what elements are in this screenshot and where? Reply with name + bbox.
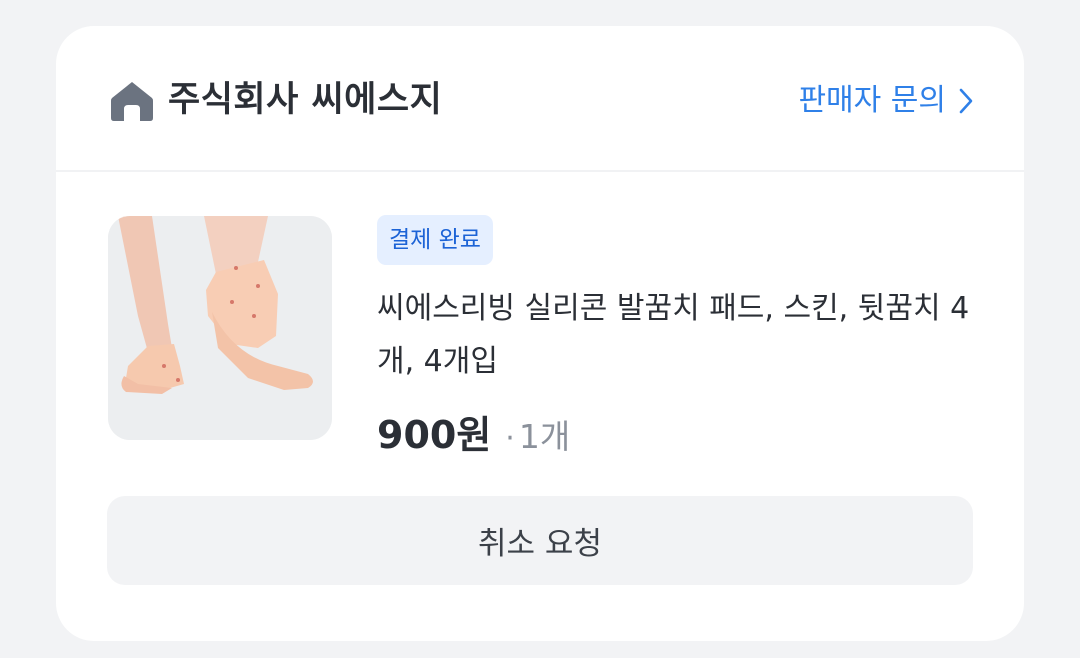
cancel-request-button[interactable]: 취소 요청 (107, 496, 973, 585)
product-image[interactable] (108, 216, 332, 440)
order-card: 주식회사 씨에스지 판매자 문의 결제 완료 씨에스리빙 실리콘 발꿈치 패드,… (56, 26, 1024, 641)
product-price: 900원 (377, 413, 492, 457)
product-title[interactable]: 씨에스리빙 실리콘 발꿈치 패드, 스킨, 뒷꿈치 4개, 4개입 (377, 282, 977, 388)
seller-name[interactable]: 주식회사 씨에스지 (168, 74, 442, 126)
seller-inquiry-link[interactable]: 판매자 문의 (798, 78, 974, 124)
quantity-separator: · (505, 421, 515, 456)
payment-status-badge: 결제 완료 (377, 215, 493, 265)
product-quantity: 1개 (518, 417, 571, 456)
heel-pad-photo (108, 216, 332, 440)
price-row: 900원 · 1개 (377, 404, 570, 459)
seller-header: 주식회사 씨에스지 판매자 문의 (56, 26, 1024, 172)
chevron-right-icon (959, 88, 973, 114)
store-icon (111, 82, 153, 121)
seller-inquiry-label: 판매자 문의 (798, 83, 946, 118)
